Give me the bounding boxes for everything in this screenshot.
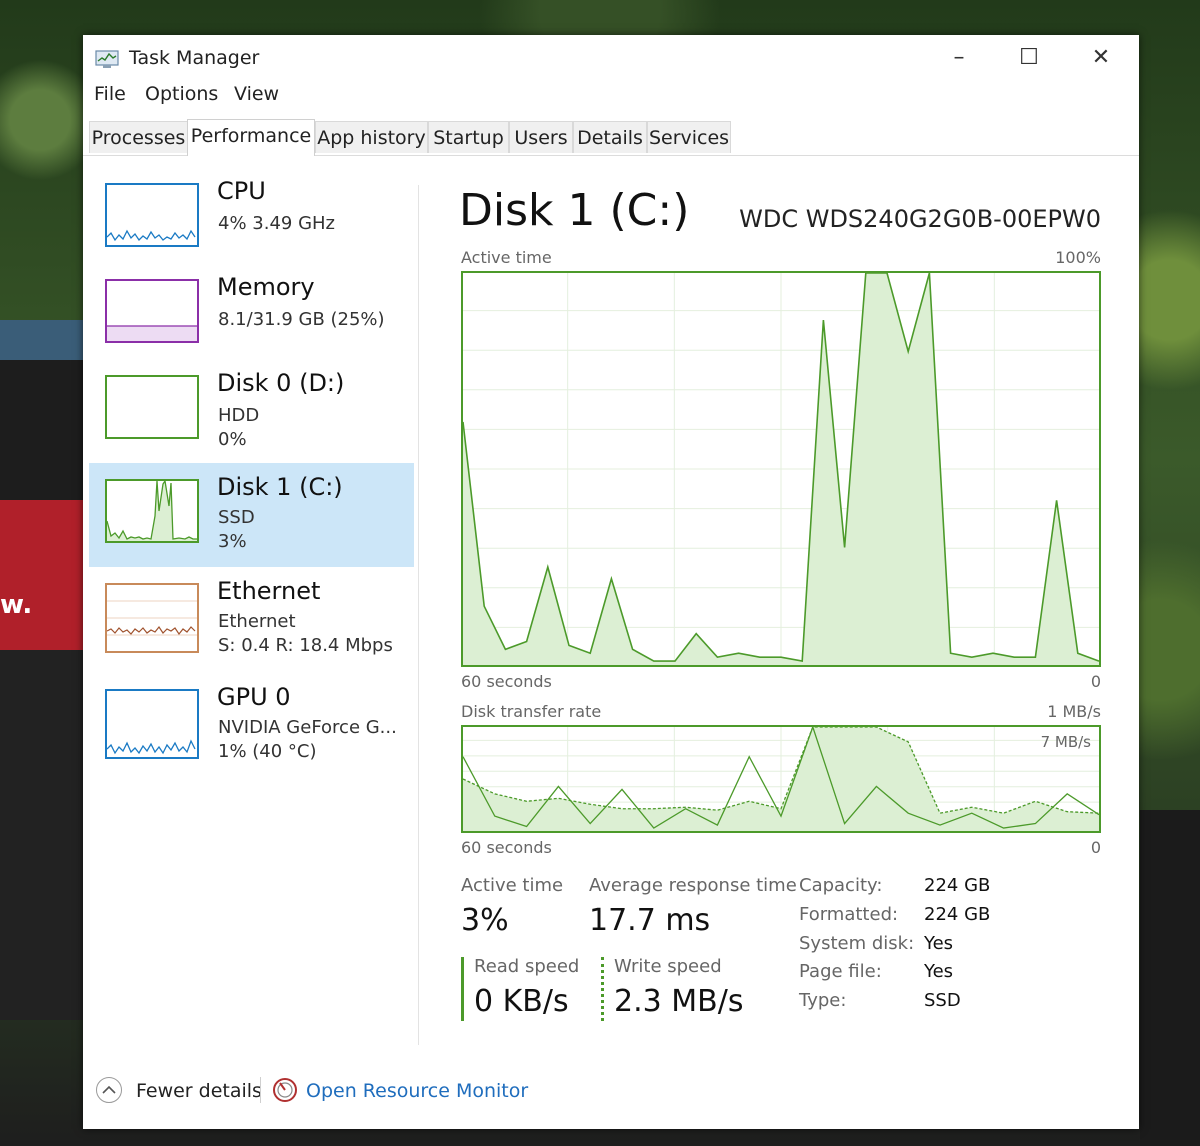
avg-response-label: Average response time — [589, 875, 797, 896]
formatted-label: Formatted: — [799, 904, 899, 925]
transfer-x-left: 60 seconds — [461, 838, 552, 857]
page-file-value: Yes — [924, 961, 954, 982]
system-disk-value: Yes — [924, 933, 954, 954]
read-speed-value: 0 KB/s — [474, 984, 569, 1019]
title-bar[interactable]: Task Manager – ☐ ✕ — [83, 35, 1139, 81]
background-car-text: w. — [0, 590, 33, 620]
background-ground — [1140, 810, 1200, 1146]
transfer-rate-chart-label: Disk transfer rate — [461, 702, 602, 721]
write-speed-label: Write speed — [614, 956, 722, 977]
sidebar-disk1-type: SSD — [218, 507, 255, 528]
sidebar-item-cpu[interactable]: CPU 4% 3.49 GHz — [89, 175, 414, 279]
write-speed-legend-bar — [601, 957, 604, 1021]
read-speed-legend-bar — [461, 957, 464, 1021]
maximize-button[interactable]: ☐ — [1011, 43, 1047, 73]
capacity-value: 224 GB — [924, 875, 991, 896]
sidebar-gpu-title: GPU 0 — [217, 683, 291, 711]
sidebar-ethernet-throughput: S: 0.4 R: 18.4 Mbps — [218, 635, 393, 656]
fewer-details-button[interactable]: Fewer details — [136, 1080, 262, 1102]
disk-title: Disk 1 (C:) — [459, 185, 690, 236]
sidebar-ethernet-adapter: Ethernet — [218, 611, 296, 632]
sidebar-disk1-usage: 3% — [218, 531, 247, 552]
menu-file[interactable]: File — [94, 83, 126, 105]
task-manager-window: Task Manager – ☐ ✕ File Options View Pro… — [83, 35, 1139, 1129]
chevron-up-icon[interactable] — [96, 1077, 122, 1103]
sidebar-memory-title: Memory — [217, 273, 315, 301]
open-resource-monitor-link[interactable]: Open Resource Monitor — [306, 1080, 528, 1102]
disk1-thumbnail-graph — [105, 479, 199, 543]
sidebar-disk1-title: Disk 1 (C:) — [217, 473, 343, 501]
type-label: Type: — [799, 990, 847, 1011]
sidebar-item-disk-1[interactable]: Disk 1 (C:) SSD 3% — [89, 463, 414, 567]
active-time-x-left: 60 seconds — [461, 672, 552, 691]
panel-divider — [418, 185, 419, 1045]
formatted-value: 224 GB — [924, 904, 991, 925]
sidebar-item-gpu-0[interactable]: GPU 0 NVIDIA GeForce G... 1% (40 °C) — [89, 683, 414, 789]
read-speed-label: Read speed — [474, 956, 580, 977]
sidebar-disk0-type: HDD — [218, 405, 260, 426]
avg-response-value: 17.7 ms — [589, 903, 711, 938]
gpu-thumbnail-graph — [105, 689, 199, 759]
tab-services[interactable]: Services — [647, 121, 731, 153]
close-button[interactable]: ✕ — [1083, 43, 1119, 73]
cpu-thumbnail-graph — [105, 183, 199, 247]
memory-thumbnail-graph — [105, 279, 199, 343]
sidebar-disk0-title: Disk 0 (D:) — [217, 369, 345, 397]
footer-separator — [260, 1077, 261, 1103]
transfer-rate-chart-max: 1 MB/s — [1047, 702, 1101, 721]
tab-performance[interactable]: Performance — [187, 119, 315, 156]
tab-users[interactable]: Users — [509, 121, 573, 153]
type-value: SSD — [924, 990, 961, 1011]
minimize-button[interactable]: – — [941, 43, 977, 73]
capacity-label: Capacity: — [799, 875, 883, 896]
transfer-rate-inner-max: 7 MB/s — [1041, 733, 1092, 751]
sidebar-gpu-usage: 1% (40 °C) — [218, 741, 317, 762]
sidebar-item-memory[interactable]: Memory 8.1/31.9 GB (25%) — [89, 271, 414, 375]
sidebar-cpu-usage: 4% 3.49 GHz — [218, 213, 336, 234]
disk-transfer-rate-chart: 7 MB/s — [461, 725, 1101, 833]
sidebar-cpu-title: CPU — [217, 177, 266, 205]
tab-bar: Processes Performance App history Startu… — [83, 119, 1139, 156]
tab-app-history[interactable]: App history — [315, 121, 428, 153]
performance-sidebar: CPU 4% 3.49 GHz Memory 8.1/31.9 GB (25%)… — [89, 175, 414, 1085]
sidebar-ethernet-title: Ethernet — [217, 577, 321, 605]
system-disk-label: System disk: — [799, 933, 915, 954]
sidebar-memory-usage: 8.1/31.9 GB (25%) — [218, 309, 385, 330]
window-title: Task Manager — [129, 47, 260, 69]
tab-processes[interactable]: Processes — [89, 121, 188, 153]
page-file-label: Page file: — [799, 961, 882, 982]
resource-monitor-icon[interactable] — [272, 1077, 298, 1103]
background-car — [0, 320, 84, 1020]
menu-options[interactable]: Options — [145, 83, 218, 105]
task-manager-icon — [95, 50, 119, 68]
transfer-x-right: 0 — [1090, 838, 1101, 857]
sidebar-item-ethernet[interactable]: Ethernet Ethernet S: 0.4 R: 18.4 Mbps — [89, 577, 414, 683]
sidebar-gpu-model: NVIDIA GeForce G... — [218, 717, 397, 738]
disk0-thumbnail-graph — [105, 375, 199, 439]
active-time-value: 3% — [461, 903, 509, 938]
write-speed-value: 2.3 MB/s — [614, 984, 744, 1019]
active-time-chart — [461, 271, 1101, 667]
active-time-chart-label: Active time — [461, 248, 552, 267]
active-time-x-right: 0 — [1090, 672, 1101, 691]
tab-startup[interactable]: Startup — [428, 121, 509, 153]
active-time-label: Active time — [461, 875, 564, 896]
tab-details[interactable]: Details — [573, 121, 647, 153]
sidebar-item-disk-0[interactable]: Disk 0 (D:) HDD 0% — [89, 367, 414, 471]
disk-model: WDC WDS240G2G0B-00EPW0 — [739, 205, 1101, 233]
ethernet-thumbnail-graph — [105, 583, 199, 653]
sidebar-disk0-usage: 0% — [218, 429, 247, 450]
active-time-chart-max: 100% — [1055, 248, 1101, 267]
menu-view[interactable]: View — [234, 83, 279, 105]
